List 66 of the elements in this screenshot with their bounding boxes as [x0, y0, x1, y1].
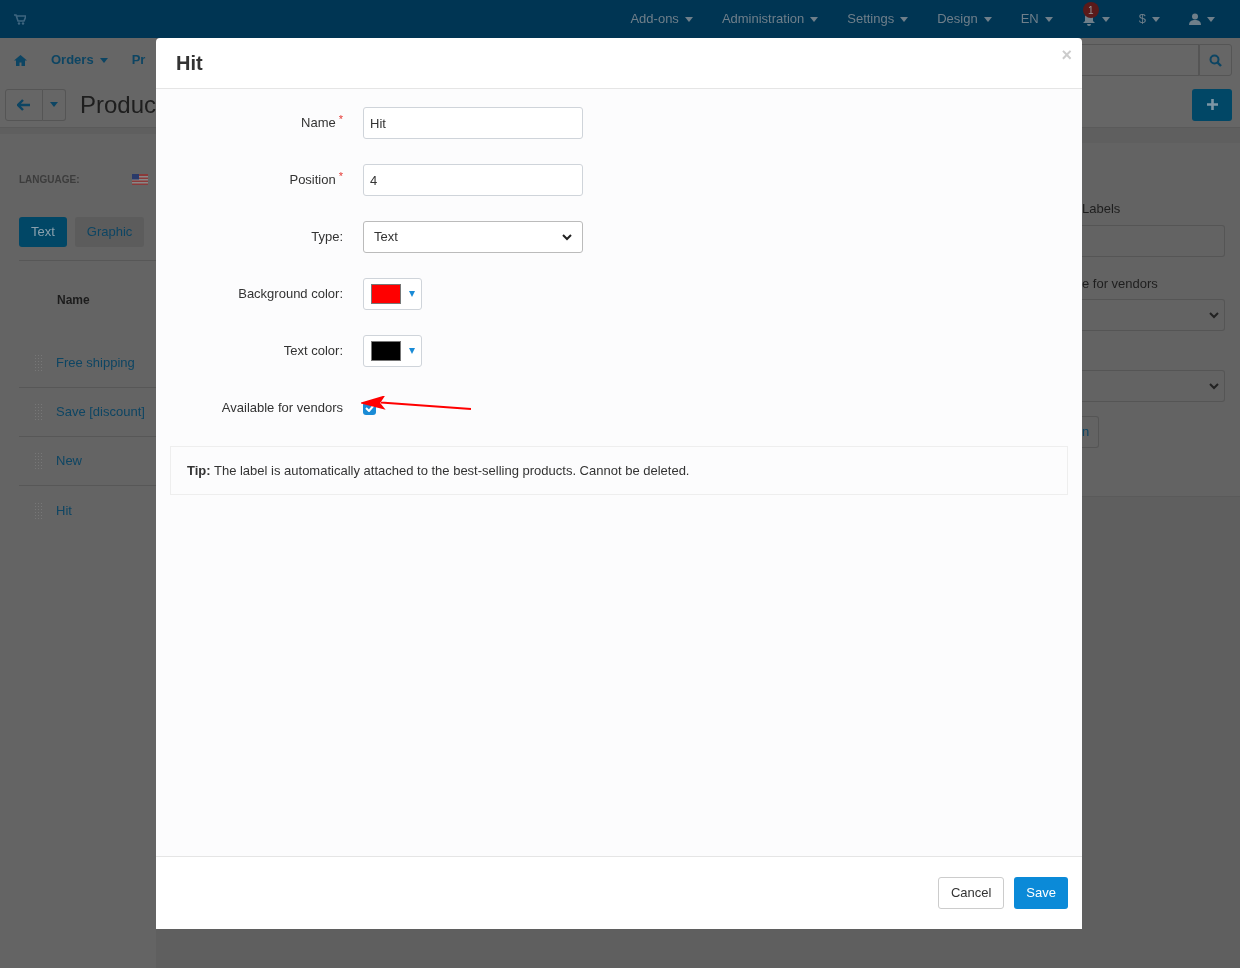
back-button[interactable]	[5, 88, 43, 121]
add-button[interactable]	[1192, 88, 1232, 121]
caret-icon	[1207, 16, 1215, 22]
chevron-icon	[1209, 311, 1219, 319]
required-mark: *	[338, 112, 343, 128]
action-button[interactable]: n	[1082, 416, 1099, 448]
caret-icon	[1152, 17, 1160, 23]
nav-link[interactable]: Orders	[51, 50, 108, 70]
caret-icon	[684, 17, 693, 23]
notification-badge: 1	[1082, 2, 1099, 18]
nav-menu[interactable]: Design	[937, 9, 992, 29]
label-link[interactable]: Hit	[56, 500, 72, 521]
select-field[interactable]	[1082, 370, 1225, 402]
cancel-button[interactable]: Cancel	[937, 877, 1005, 909]
tip-text: Tip: The label is automatically attached to the best-selling products. Cannot be deleted.	[187, 461, 690, 480]
nav-menu[interactable]: Settings	[847, 9, 909, 29]
caret-icon	[409, 348, 415, 354]
text-field[interactable]	[1082, 224, 1225, 257]
type-select[interactable]: Text	[363, 221, 583, 253]
caret-icon	[99, 58, 108, 64]
search-field[interactable]	[1082, 44, 1199, 76]
home-icon[interactable]	[14, 54, 27, 66]
dropdown-button[interactable]	[42, 88, 66, 121]
field-label: Position	[289, 171, 336, 190]
label-link[interactable]: Save [discount]	[56, 402, 145, 422]
chevron-icon	[1209, 382, 1219, 390]
user-icon[interactable]	[1189, 13, 1201, 25]
field-label: Type:	[311, 228, 343, 247]
field-label: e for vendors	[1082, 274, 1159, 293]
arrow-left-icon	[17, 98, 31, 111]
search-icon	[1209, 53, 1222, 67]
field-label: Text color:	[283, 342, 343, 361]
select-field[interactable]	[1082, 299, 1225, 331]
caret-icon	[983, 17, 992, 23]
field-label: Background color:	[238, 285, 343, 304]
plus-icon	[1206, 99, 1218, 110]
caret-icon	[409, 291, 415, 297]
text-field[interactable]: 4	[363, 164, 583, 196]
field-label: Name	[301, 114, 336, 133]
currency-menu[interactable]: $	[1138, 9, 1160, 29]
flag-icon[interactable]	[132, 174, 148, 185]
tab[interactable]: Text	[19, 217, 67, 247]
field-label: Labels	[1082, 200, 1122, 218]
nav-menu[interactable]: Add-ons	[630, 9, 693, 29]
label-link[interactable]: New	[56, 451, 82, 471]
nav-menu[interactable]: EN	[1020, 9, 1053, 29]
color-picker[interactable]	[363, 278, 422, 310]
caret-icon	[1101, 16, 1110, 22]
label-link[interactable]: Free shipping	[56, 353, 135, 373]
caret-icon	[900, 17, 909, 23]
text-field[interactable]: Hit	[363, 107, 583, 139]
column-header: Name	[57, 292, 90, 309]
page-title: Produc	[79, 89, 156, 120]
save-button[interactable]: Save	[1014, 877, 1068, 909]
close-button[interactable]: ×	[1061, 42, 1072, 69]
modal-title: Hit	[176, 51, 203, 76]
search-button[interactable]	[1199, 44, 1232, 76]
required-mark: *	[338, 169, 343, 185]
nav-link[interactable]: Pr	[131, 50, 146, 70]
caret-icon	[810, 17, 819, 23]
field-label: Available for vendors	[221, 399, 343, 418]
chevron-icon	[562, 233, 572, 241]
caret-icon	[1044, 17, 1053, 23]
nav-menu[interactable]: Administration	[721, 9, 819, 29]
cart-icon[interactable]	[14, 13, 26, 25]
color-picker[interactable]	[363, 335, 422, 367]
